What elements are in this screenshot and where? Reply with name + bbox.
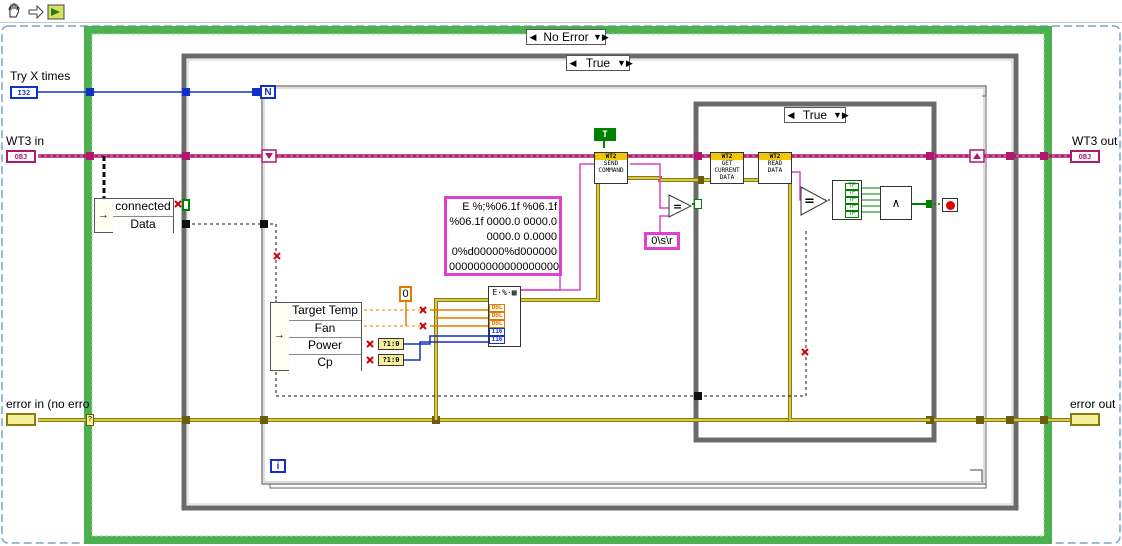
nested-case-label: True — [802, 108, 828, 122]
bool-array-el-4: TF — [845, 204, 859, 211]
inner-case-selector[interactable]: ◀ True ▼▶ — [566, 55, 633, 71]
unbundle-field-data: Data — [113, 216, 173, 233]
true-constant[interactable]: T — [594, 128, 616, 141]
equal-compare-2[interactable]: = — [800, 186, 828, 216]
stop-input-node — [926, 200, 932, 208]
error-in-label: error in (no erro — [6, 397, 90, 411]
for-loop-frame — [261, 85, 987, 485]
format-term-5: I16 — [489, 336, 505, 344]
nested-case-selector[interactable]: ◀ True ▼▶ — [784, 107, 849, 123]
try-terminal[interactable]: I32 — [10, 86, 38, 99]
get-current-data-vi[interactable]: WT2 GET CURRENT DATA — [710, 152, 744, 184]
format-term-2: DBL — [489, 312, 505, 320]
loop-count-terminal[interactable]: N — [260, 85, 276, 99]
inner-case-label: True — [585, 56, 611, 70]
bool-array-el-5: TF — [845, 211, 859, 218]
unbundle-field-connected: connected — [113, 199, 173, 215]
unbundle-field-cp: Cp — [289, 354, 361, 371]
diagram-border — [1, 25, 1121, 544]
unbundle-field-target-temp: Target Temp — [289, 303, 361, 319]
stop-terminal[interactable] — [942, 198, 958, 212]
connected-bool-term — [182, 199, 190, 211]
unbundle-top-arrow: → — [98, 209, 109, 221]
wt3-out-terminal[interactable]: OBJ — [1070, 150, 1100, 163]
read-data-tag: WT2 — [759, 153, 791, 160]
error-in-tunnel: ? — [86, 414, 94, 426]
format-term-4: I16 — [489, 328, 505, 336]
unbundle-field-power: Power — [289, 337, 361, 354]
equal-compare-1-out — [694, 199, 702, 209]
send-command-name: SEND COMMAND — [598, 160, 624, 174]
bool-array-constant[interactable]: TF TF TF TF TF — [832, 180, 862, 220]
bool-to-int-1[interactable]: ?1:0 — [378, 338, 404, 350]
svg-text:=: = — [804, 194, 815, 209]
stop-icon — [946, 201, 955, 210]
outer-case-label: No Error — [543, 30, 589, 44]
and-array-elements[interactable]: ∧ — [880, 186, 912, 220]
wt3-in-terminal[interactable]: OBJ — [6, 150, 36, 163]
bool-array-el-2: TF — [845, 190, 859, 197]
error-out-label: error out — [1070, 397, 1116, 411]
get-current-data-name: GET CURRENT DATA — [714, 160, 740, 181]
read-data-name: READ DATA — [767, 160, 783, 174]
wt3-out-label: WT3 out — [1072, 134, 1118, 148]
error-out-terminal[interactable] — [1070, 413, 1100, 426]
wt3-in-label: WT3 in — [6, 134, 45, 148]
unbundle-field-fan: Fan — [289, 320, 361, 337]
outer-case-selector[interactable]: ◀ No Error ▼▶ — [526, 29, 609, 45]
svg-text:=: = — [673, 200, 682, 213]
iteration-terminal: i — [270, 459, 286, 473]
terminator-constant[interactable]: 0\s\r — [644, 232, 680, 250]
read-data-vi[interactable]: WT2 READ DATA — [758, 152, 792, 184]
bool-array-el-3: TF — [845, 197, 859, 204]
send-command-vi[interactable]: WT2 SEND COMMAND — [594, 152, 628, 184]
format-terms: DBL DBL DBL I16 I16 — [489, 304, 505, 344]
bool-to-int-2[interactable]: ?1:0 — [378, 354, 404, 366]
unbundle-bottom[interactable]: → Target Temp Fan Power Cp — [270, 302, 362, 371]
format-into-string-icon: E·%·▦ — [489, 287, 520, 299]
bool-array-el-1: TF — [845, 183, 859, 190]
unbundle-top[interactable]: → connected Data — [94, 198, 174, 233]
format-term-1: DBL — [489, 304, 505, 312]
unbundle-bottom-arrow: → — [274, 329, 285, 341]
get-current-data-tag: WT2 — [711, 153, 743, 160]
try-label: Try X times — [10, 69, 71, 83]
format-string-constant[interactable]: E %;%06.1f %06.1f %06.1f 0000.0 0000.0 0… — [444, 196, 562, 276]
wire-error-tunnel — [698, 176, 704, 184]
error-in-terminal[interactable] — [6, 413, 36, 426]
format-term-3: DBL — [489, 320, 505, 328]
equal-compare-1[interactable]: = — [668, 194, 692, 218]
zero-constant[interactable]: 0 — [399, 286, 412, 302]
send-command-tag: WT2 — [595, 153, 627, 160]
